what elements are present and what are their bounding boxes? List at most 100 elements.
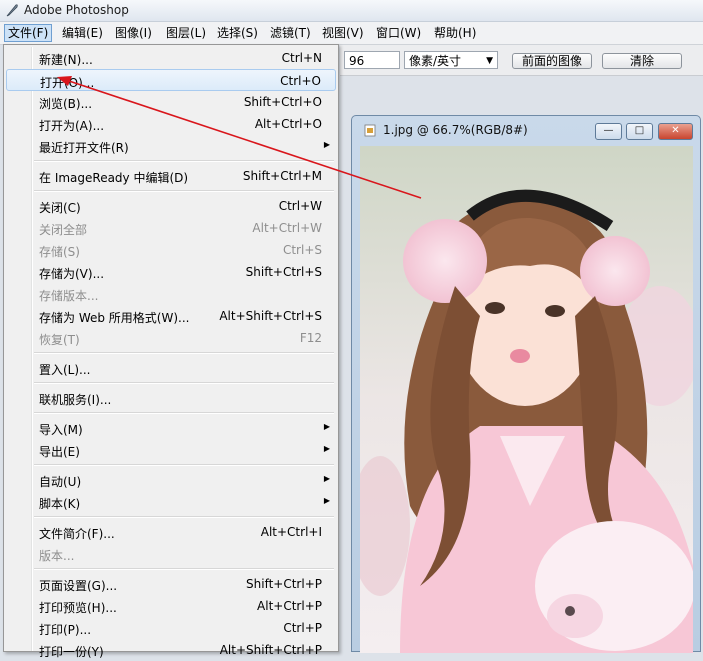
menu-item-shortcut: Ctrl+P <box>283 621 322 635</box>
menu-item-shortcut: Ctrl+W <box>278 199 322 213</box>
photoshop-feather-icon <box>6 4 18 17</box>
menu-item[interactable]: 在 ImageReady 中编辑(D) Shift+Ctrl+M <box>6 165 336 187</box>
menu-item[interactable]: 最近打开文件(R) ▶ <box>6 135 336 157</box>
menu-item-label: 浏览(B)... <box>39 97 93 111</box>
menu-item[interactable]: 打印预览(H)... Alt+Ctrl+P <box>6 595 336 617</box>
options-bar: 96 像素/英寸 ▼ 前面的图像 清除 <box>340 45 703 76</box>
menu-item-label: 关闭全部 <box>39 223 88 237</box>
dropdown-arrow-icon: ▼ <box>486 56 493 66</box>
menu-item-label: 在 ImageReady 中编辑(D) <box>39 171 189 185</box>
menu-item-shortcut: Alt+Shift+Ctrl+P <box>219 643 322 657</box>
menu-item-label: 联机服务(I)... <box>39 393 112 407</box>
maximize-button[interactable]: □ <box>626 123 653 140</box>
menu-item[interactable]: 打印一份(Y) Alt+Shift+Ctrl+P <box>6 639 336 661</box>
menu-item[interactable]: 打开(O)... Ctrl+O <box>6 69 336 91</box>
menu-layer[interactable]: 图层(L) <box>163 25 209 41</box>
photo-illustration <box>360 146 693 653</box>
menu-item-label: 版本... <box>39 549 75 563</box>
menu-window[interactable]: 窗口(W) <box>373 25 424 41</box>
menu-item[interactable]: 置入(L)... <box>6 357 336 379</box>
menu-item[interactable]: 打印(P)... Ctrl+P <box>6 617 336 639</box>
submenu-arrow-icon: ▶ <box>323 422 330 431</box>
menu-separator <box>34 516 334 518</box>
menu-item-label: 最近打开文件(R) <box>39 141 129 155</box>
menu-item-label: 存储为 Web 所用格式(W)... <box>39 311 190 325</box>
menu-item[interactable]: 自动(U) ▶ <box>6 469 336 491</box>
menu-item[interactable]: 联机服务(I)... <box>6 387 336 409</box>
menu-item-label: 关闭(C) <box>39 201 81 215</box>
minimize-button[interactable]: — <box>595 123 622 140</box>
menu-item[interactable]: 导出(E) ▶ <box>6 439 336 461</box>
submenu-arrow-icon: ▶ <box>323 140 330 149</box>
menu-item-label: 导出(E) <box>39 445 80 459</box>
menu-item-shortcut: Alt+Ctrl+I <box>260 525 322 539</box>
menu-item-shortcut: Ctrl+S <box>282 243 322 257</box>
menu-item: 存储(S) Ctrl+S <box>6 239 336 261</box>
menu-item[interactable]: 浏览(B)... Shift+Ctrl+O <box>6 91 336 113</box>
menu-item: 版本... <box>6 543 336 565</box>
document-title: 1.jpg @ 66.7%(RGB/8#) <box>383 123 528 137</box>
menu-item-shortcut: Shift+Ctrl+P <box>246 577 322 591</box>
menu-item[interactable]: 存储为(V)... Shift+Ctrl+S <box>6 261 336 283</box>
menu-item-label: 打印预览(H)... <box>39 601 117 615</box>
app-title: Adobe Photoshop <box>24 3 129 17</box>
resolution-input[interactable]: 96 <box>344 51 400 69</box>
menu-item: 存储版本... <box>6 283 336 305</box>
menu-item[interactable]: 导入(M) ▶ <box>6 417 336 439</box>
menu-image[interactable]: 图像(I) <box>112 25 155 41</box>
document-window[interactable]: 1.jpg @ 66.7%(RGB/8#) — □ ✕ <box>351 115 701 653</box>
menu-item-label: 导入(M) <box>39 423 83 437</box>
menu-item[interactable]: 文件简介(F)... Alt+Ctrl+I <box>6 521 336 543</box>
menu-item-label: 存储(S) <box>39 245 80 259</box>
close-button[interactable]: ✕ <box>658 123 693 140</box>
menu-item[interactable]: 关闭(C) Ctrl+W <box>6 195 336 217</box>
menu-separator <box>34 160 334 162</box>
menu-item-label: 脚本(K) <box>39 497 81 511</box>
menu-item-label: 恢复(T) <box>39 333 80 347</box>
front-image-button[interactable]: 前面的图像 <box>512 53 592 69</box>
menu-bar: 文件(F) 编辑(E) 图像(I) 图层(L) 选择(S) 滤镜(T) 视图(V) 窗口(W)… <box>0 22 703 45</box>
menu-edit[interactable]: 编辑(E) <box>59 25 106 41</box>
menu-item-shortcut: Alt+Ctrl+W <box>252 221 322 235</box>
menu-separator <box>34 190 334 192</box>
menu-filter[interactable]: 滤镜(T) <box>267 25 314 41</box>
image-canvas[interactable] <box>360 146 693 653</box>
menu-item[interactable]: 页面设置(G)... Shift+Ctrl+P <box>6 573 336 595</box>
minimize-icon: — <box>603 125 614 136</box>
menu-item-shortcut: Shift+Ctrl+S <box>245 265 322 279</box>
menu-separator <box>34 352 334 354</box>
unit-select-value: 像素/英寸 <box>409 54 462 68</box>
menu-item-shortcut: Ctrl+N <box>281 51 322 65</box>
menu-view[interactable]: 视图(V) <box>319 25 367 41</box>
menu-item-label: 打开(O)... <box>40 76 95 90</box>
menu-item-shortcut: Alt+Shift+Ctrl+S <box>219 309 322 323</box>
menu-file[interactable]: 文件(F) <box>4 24 53 42</box>
menu-item-label: 自动(U) <box>39 475 82 489</box>
unit-select[interactable]: 像素/英寸 ▼ <box>404 51 498 69</box>
menu-item[interactable]: 脚本(K) ▶ <box>6 491 336 513</box>
menu-select[interactable]: 选择(S) <box>214 25 261 41</box>
menu-item-label: 新建(N)... <box>39 53 93 67</box>
menu-item[interactable]: 新建(N)... Ctrl+N <box>6 47 336 69</box>
menu-separator <box>34 568 334 570</box>
menu-item-label: 页面设置(G)... <box>39 579 118 593</box>
menu-item-label: 存储版本... <box>39 289 99 303</box>
menu-item-shortcut: Alt+Ctrl+P <box>257 599 322 613</box>
menu-item-shortcut: Shift+Ctrl+O <box>243 95 322 109</box>
menu-separator <box>34 464 334 466</box>
menu-separator <box>34 412 334 414</box>
submenu-arrow-icon: ▶ <box>323 474 330 483</box>
menu-item-label: 文件简介(F)... <box>39 527 115 541</box>
menu-item[interactable]: 存储为 Web 所用格式(W)... Alt+Shift+Ctrl+S <box>6 305 336 327</box>
menu-item-label: 打开为(A)... <box>39 119 105 133</box>
submenu-arrow-icon: ▶ <box>323 444 330 453</box>
menu-separator <box>34 382 334 384</box>
clear-button[interactable]: 清除 <box>602 53 682 69</box>
menu-item: 关闭全部 Alt+Ctrl+W <box>6 217 336 239</box>
menu-item-shortcut: F12 <box>299 331 322 345</box>
menu-help[interactable]: 帮助(H) <box>431 25 479 41</box>
menu-item[interactable]: 打开为(A)... Alt+Ctrl+O <box>6 113 336 135</box>
close-icon: ✕ <box>671 125 680 136</box>
maximize-icon: □ <box>634 125 645 136</box>
title-bar: Adobe Photoshop <box>0 0 703 22</box>
